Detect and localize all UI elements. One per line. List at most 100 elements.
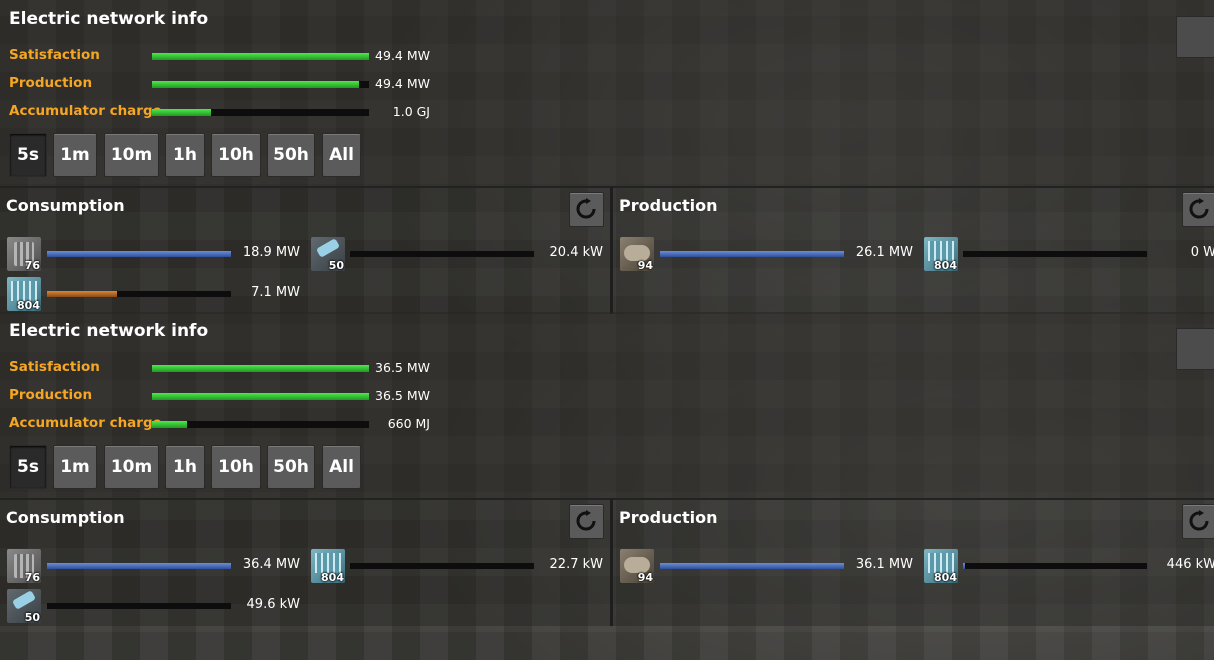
solar-panel-icon: 804 [924, 549, 958, 584]
entity-power-bar [47, 291, 231, 297]
side-toolbar-button[interactable] [1176, 16, 1214, 58]
time-range-button-10m[interactable]: 10m [104, 133, 159, 177]
panel-title: Electric network info [9, 9, 209, 29]
time-range-button-1m[interactable]: 1m [53, 445, 97, 489]
time-range-button-50h[interactable]: 50h [267, 445, 315, 489]
entity-power-value: 36.4 MW [242, 557, 300, 572]
entity-power-bar [963, 563, 1147, 569]
stat-bar-fill [152, 365, 369, 372]
stat-bar [152, 421, 369, 428]
stat-label: Production [9, 387, 93, 403]
entity-power-bar-fill [660, 563, 844, 569]
consumption-title: Consumption [6, 196, 125, 215]
stat-bar [152, 393, 369, 400]
stat-bar-fill [152, 81, 360, 88]
stat-label: Satisfaction [9, 359, 100, 375]
panel-title: Electric network info [9, 321, 209, 341]
entity-power-value: 18.9 MW [242, 245, 300, 260]
time-range-button-all[interactable]: All [322, 445, 361, 489]
entity-power-value: 0 W [1190, 245, 1214, 260]
entity-power-value: 26.1 MW [855, 245, 913, 260]
consumption-section: Consumption 76 36.4 MW 804 22.7 kW 50 49.6 kW [0, 498, 613, 626]
consumption-section: Consumption 76 18.9 MW 50 20.4 kW 804 7.1 MW [0, 186, 613, 314]
stat-bar-fill [152, 393, 369, 400]
entity-count: 804 [17, 299, 40, 312]
time-range-button-10h[interactable]: 10h [211, 445, 261, 489]
stat-value: 49.4 MW [375, 48, 430, 63]
solar-panel-icon: 804 [7, 277, 41, 312]
side-toolbar-button[interactable] [1176, 328, 1214, 370]
entity-power-value: 446 kW [1166, 557, 1214, 572]
stat-bar [152, 109, 369, 116]
entity-power-value: 20.4 kW [549, 245, 603, 260]
roboport-icon: 50 [311, 237, 345, 272]
time-range-button-1h[interactable]: 1h [165, 133, 205, 177]
entity-power-bar [47, 251, 231, 257]
stat-bar [152, 365, 369, 372]
entity-power-bar [963, 251, 1147, 257]
entity-power-bar-fill [47, 563, 231, 569]
stat-bar-fill [152, 421, 187, 428]
production-refresh-button[interactable] [1182, 192, 1214, 227]
consumption-title: Consumption [6, 508, 125, 527]
entity-power-value: 49.6 kW [246, 597, 300, 612]
refresh-icon [1189, 198, 1209, 219]
entity-count: 76 [24, 571, 40, 584]
stat-value: 1.0 GJ [392, 104, 430, 119]
accumulator-icon: 76 [7, 549, 41, 584]
entity-count: 76 [24, 259, 40, 272]
entity-power-bar [47, 563, 231, 569]
refresh-icon [576, 198, 596, 219]
stat-bar-fill [152, 53, 369, 60]
production-section: Production 94 36.1 MW 804 446 kW [613, 498, 1214, 626]
entity-count: 804 [321, 571, 344, 584]
entity-power-bar [47, 603, 231, 609]
stat-label: Satisfaction [9, 47, 100, 63]
steam-engine-icon: 94 [620, 549, 654, 584]
entity-power-bar-fill [47, 291, 117, 297]
time-range-button-5s[interactable]: 5s [9, 445, 47, 489]
time-range-button-50h[interactable]: 50h [267, 133, 315, 177]
stat-label: Accumulator charge [9, 103, 162, 119]
time-range-button-all[interactable]: All [322, 133, 361, 177]
entity-count: 50 [24, 611, 40, 624]
stat-value: 36.5 MW [375, 360, 430, 375]
production-refresh-button[interactable] [1182, 504, 1214, 539]
entity-count: 804 [934, 571, 957, 584]
production-section: Production 94 26.1 MW 804 0 W [613, 186, 1214, 314]
solar-panel-icon: 804 [311, 549, 345, 584]
production-title: Production [619, 508, 718, 527]
production-title: Production [619, 196, 718, 215]
time-range-button-10h[interactable]: 10h [211, 133, 261, 177]
entity-power-bar [350, 563, 534, 569]
refresh-icon [576, 510, 596, 531]
entity-count: 94 [637, 571, 653, 584]
stat-value: 36.5 MW [375, 388, 430, 403]
entity-power-bar [660, 563, 844, 569]
consumption-refresh-button[interactable] [569, 192, 604, 227]
stat-label: Production [9, 75, 93, 91]
time-range-button-5s[interactable]: 5s [9, 133, 47, 177]
steam-engine-icon: 94 [620, 237, 654, 272]
refresh-icon [1189, 510, 1209, 531]
stat-bar [152, 53, 369, 60]
entity-power-value: 36.1 MW [855, 557, 913, 572]
entity-power-bar-fill [963, 563, 965, 569]
accumulator-icon: 76 [7, 237, 41, 272]
entity-power-bar-fill [660, 251, 844, 257]
entity-count: 94 [637, 259, 653, 272]
consumption-refresh-button[interactable] [569, 504, 604, 539]
stat-bar-fill [152, 109, 211, 116]
stat-value: 660 MJ [387, 416, 430, 431]
entity-power-bar [350, 251, 534, 257]
time-range-button-1h[interactable]: 1h [165, 445, 205, 489]
roboport-icon: 50 [7, 589, 41, 624]
time-range-button-1m[interactable]: 1m [53, 133, 97, 177]
electric-network-info-panel: Electric network info Satisfaction 49.4 MW… [0, 0, 1214, 314]
entity-power-bar-fill [47, 251, 231, 257]
stat-value: 49.4 MW [375, 76, 430, 91]
entity-power-value: 22.7 kW [549, 557, 603, 572]
stat-label: Accumulator charge [9, 415, 162, 431]
time-range-button-10m[interactable]: 10m [104, 445, 159, 489]
entity-power-bar [660, 251, 844, 257]
